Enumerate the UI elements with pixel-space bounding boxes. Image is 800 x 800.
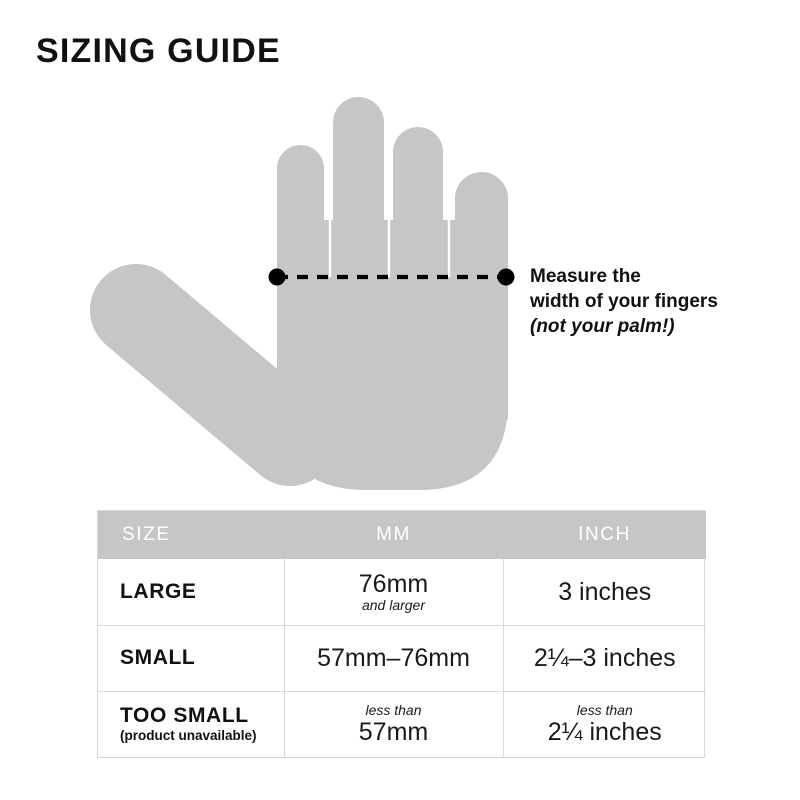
mm-value: 57mm–76mm xyxy=(317,644,470,672)
cell-inch: 2¼–3 inches xyxy=(502,624,706,691)
cell-size: SMALL xyxy=(98,624,284,691)
inch-value: 3 inches xyxy=(558,577,652,606)
mm-qualifier-above: less than xyxy=(365,702,422,719)
measurement-callout: Measure the width of your fingers (not y… xyxy=(530,264,780,340)
cell-mm: 57mm–76mm xyxy=(283,624,503,691)
size-label: TOO SMALL xyxy=(120,703,249,727)
mm-value: 76mm xyxy=(358,569,429,598)
cell-inch: less than 2¼ inches xyxy=(502,690,706,757)
cell-mm: less than 57mm xyxy=(283,690,503,757)
cell-size: LARGE xyxy=(98,559,284,625)
table-row: LARGE 76mm and larger 3 inches xyxy=(98,559,706,625)
page-title: SIZING GUIDE xyxy=(36,32,281,70)
size-chart-table: SIZE MM INCH LARGE 76mm and larger 3 inc… xyxy=(97,510,706,758)
size-label: SMALL xyxy=(120,646,196,670)
column-header-inch: INCH xyxy=(578,524,631,545)
inch-value: 2¼ inches xyxy=(547,718,662,747)
size-label: LARGE xyxy=(120,579,197,603)
measure-endpoint-right xyxy=(497,268,515,286)
column-header-size: SIZE xyxy=(122,524,171,545)
column-header-mm: MM xyxy=(376,524,411,545)
cell-inch: 3 inches xyxy=(502,559,706,625)
table-header-row: SIZE MM INCH xyxy=(98,511,706,559)
mm-qualifier-below: and larger xyxy=(361,596,426,613)
cell-mm: 76mm and larger xyxy=(283,559,503,625)
size-note: (product unavailable) xyxy=(120,728,257,744)
sizing-guide-page: SIZING GUIDE Measure the width of your f… xyxy=(0,0,800,800)
inch-qualifier-above: less than xyxy=(576,702,633,719)
callout-line-2: width of your fingers xyxy=(530,291,718,312)
table-row: TOO SMALL (product unavailable) less tha… xyxy=(98,690,706,757)
callout-line-1: Measure the xyxy=(530,266,641,287)
table-row: SMALL 57mm–76mm 2¼–3 inches xyxy=(98,624,706,691)
measure-endpoint-left xyxy=(268,268,286,286)
thumb-palm-notch xyxy=(243,276,277,332)
mm-value: 57mm xyxy=(358,718,429,747)
cell-size: TOO SMALL (product unavailable) xyxy=(98,690,284,757)
ring-finger xyxy=(393,127,443,297)
middle-finger xyxy=(333,97,384,297)
hand-shape-group xyxy=(90,97,508,490)
callout-line-3: (not your palm!) xyxy=(530,316,675,337)
thumb-shape xyxy=(90,264,336,486)
inch-value: 2¼–3 inches xyxy=(533,644,676,672)
